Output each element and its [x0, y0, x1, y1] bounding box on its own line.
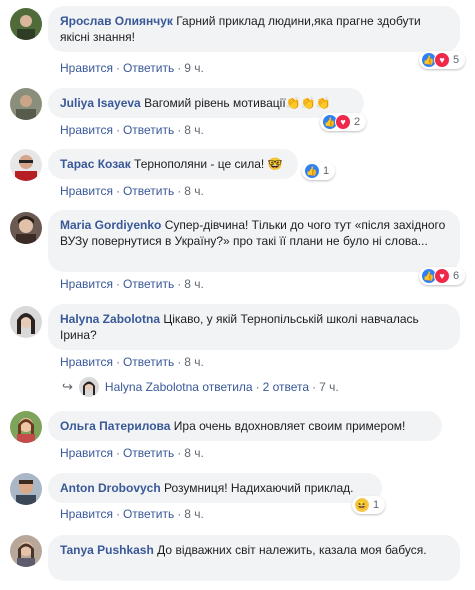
reactions-badge[interactable]: 👍 1 — [302, 162, 336, 180]
reply-link[interactable]: Ответить — [123, 446, 174, 460]
avatar[interactable] — [10, 473, 42, 505]
reply-link[interactable]: Ответить — [123, 184, 174, 198]
reactions-badge[interactable]: 😆 1 — [352, 496, 386, 514]
reply-link[interactable]: Ответить — [123, 277, 174, 291]
reply-link[interactable]: Ответить — [123, 123, 174, 137]
comment-actions: Нравится · Ответить · 8 ч. — [60, 123, 204, 137]
comment-bubble: Тарас Козак Тернополяни - це сила! 🤓 — [48, 149, 298, 179]
timestamp[interactable]: 8 ч. — [184, 355, 204, 369]
reply-count: 2 ответа — [262, 380, 310, 394]
comment-author[interactable]: Maria Gordiyenko — [60, 218, 161, 232]
comment-author[interactable]: Тарас Козак — [60, 157, 131, 171]
separator: · — [115, 61, 120, 75]
comment-bubble: Maria Gordiyenko Супер-дівчина! Тільки д… — [48, 210, 460, 272]
comment-bubble: Ольга Патерилова Ира очень вдохновляет с… — [48, 411, 442, 441]
like-link[interactable]: Нравится — [60, 61, 113, 75]
comment-bubble: Anton Drobovych Розумниця! Надихаючий пр… — [48, 473, 382, 503]
timestamp[interactable]: 8 ч. — [184, 123, 204, 137]
reply-link[interactable]: Ответить — [123, 355, 174, 369]
comment-bubble: Tanya Pushkash До відважних світ належит… — [48, 535, 460, 581]
comment-actions: Нравится · Ответить · 8 ч. — [60, 507, 204, 521]
avatar[interactable] — [10, 535, 42, 567]
like-link[interactable]: Нравится — [60, 123, 113, 137]
separator: · — [177, 123, 182, 137]
separator: · — [115, 184, 120, 198]
reply-author: Halyna Zabolotna — [104, 380, 199, 394]
avatar[interactable] — [10, 149, 42, 181]
avatar[interactable] — [10, 212, 42, 244]
comment-bubble: Ярослав Олиянчук Гарний приклад людини,я… — [48, 6, 460, 52]
reply-arrow-icon: ↪ — [62, 379, 73, 394]
like-link[interactable]: Нравится — [60, 507, 113, 521]
like-reaction-icon: 👍 — [304, 163, 320, 179]
reaction-count: 5 — [453, 54, 460, 66]
comment-author[interactable]: Ярослав Олиянчук — [60, 14, 173, 28]
timestamp[interactable]: 8 ч. — [184, 507, 204, 521]
reaction-count: 1 — [373, 499, 380, 511]
like-link[interactable]: Нравится — [60, 277, 113, 291]
reaction-count: 1 — [323, 165, 330, 177]
reaction-count: 6 — [453, 270, 460, 282]
comment-author[interactable]: Juliya Isayeva — [60, 96, 141, 110]
separator: · — [177, 184, 182, 198]
separator: · — [115, 446, 120, 460]
avatar[interactable] — [10, 88, 42, 120]
reply-link[interactable]: Ответить — [123, 61, 174, 75]
comment-actions: Нравится · Ответить · 8 ч. — [60, 446, 204, 460]
separator: · — [255, 380, 260, 394]
comment-actions: Нравится · Ответить · 8 ч. — [60, 184, 204, 198]
comment-bubble: Juliya Isayeva Вагомий рівень мотивації👏… — [48, 88, 364, 118]
separator: · — [177, 61, 182, 75]
timestamp[interactable]: 8 ч. — [184, 184, 204, 198]
separator: · — [177, 277, 182, 291]
avatar[interactable] — [10, 8, 42, 40]
separator: · — [177, 446, 182, 460]
separator: · — [177, 355, 182, 369]
comment-text: Вагомий рівень мотивації👏👏👏 — [144, 96, 331, 110]
separator: · — [115, 277, 120, 291]
comment-author[interactable]: Ольга Патерилова — [60, 419, 170, 433]
comment-actions: Нравится · Ответить · 9 ч. — [60, 61, 204, 75]
comment-actions: Нравится · Ответить · 8 ч. — [60, 277, 204, 291]
love-reaction-icon: ♥ — [335, 114, 351, 130]
avatar[interactable] — [10, 306, 42, 338]
love-reaction-icon: ♥ — [434, 52, 450, 68]
avatar — [78, 377, 99, 397]
separator: · — [177, 507, 182, 521]
separator: · — [115, 355, 120, 369]
separator: · — [312, 380, 317, 394]
comment-author[interactable]: Anton Drobovych — [60, 481, 161, 495]
separator: · — [115, 507, 120, 521]
comment-bubble: Halyna Zabolotna Цікаво, у якій Тернопіл… — [48, 304, 460, 350]
like-link[interactable]: Нравится — [60, 446, 113, 460]
comment-author[interactable]: Halyna Zabolotna — [60, 312, 160, 326]
timestamp: 7 ч. — [319, 380, 339, 394]
comment-author[interactable]: Tanya Pushkash — [60, 543, 154, 557]
haha-reaction-icon: 😆 — [354, 497, 370, 513]
comment-text: Розумниця! Надихаючий приклад. — [164, 481, 354, 495]
comment-actions: Нравится · Ответить · 8 ч. — [60, 355, 204, 369]
timestamp[interactable]: 8 ч. — [184, 446, 204, 460]
timestamp[interactable]: 9 ч. — [184, 61, 204, 75]
reply-link[interactable]: Ответить — [123, 507, 174, 521]
avatar[interactable] — [10, 411, 42, 443]
comment-text: Тернополяни - це сила! 🤓 — [134, 157, 283, 171]
comment-text: До відважних світ належить, казала моя б… — [157, 543, 427, 557]
love-reaction-icon: ♥ — [434, 268, 450, 284]
reply-verb: ответила — [202, 380, 253, 394]
like-link[interactable]: Нравится — [60, 184, 113, 198]
comment-text: Ира очень вдохновляет своим примером! — [173, 419, 406, 433]
like-link[interactable]: Нравится — [60, 355, 113, 369]
timestamp[interactable]: 8 ч. — [184, 277, 204, 291]
view-replies-link[interactable]: ↪ Halyna Zabolotna ответила · 2 ответа · 7 ч… — [62, 377, 339, 397]
reactions-badge[interactable]: 👍 ♥ 2 — [320, 113, 367, 131]
reactions-badge[interactable]: 👍 ♥ 6 — [419, 267, 466, 285]
reaction-count: 2 — [354, 116, 361, 128]
separator: · — [115, 123, 120, 137]
reactions-badge[interactable]: 👍 ♥ 5 — [419, 51, 466, 69]
